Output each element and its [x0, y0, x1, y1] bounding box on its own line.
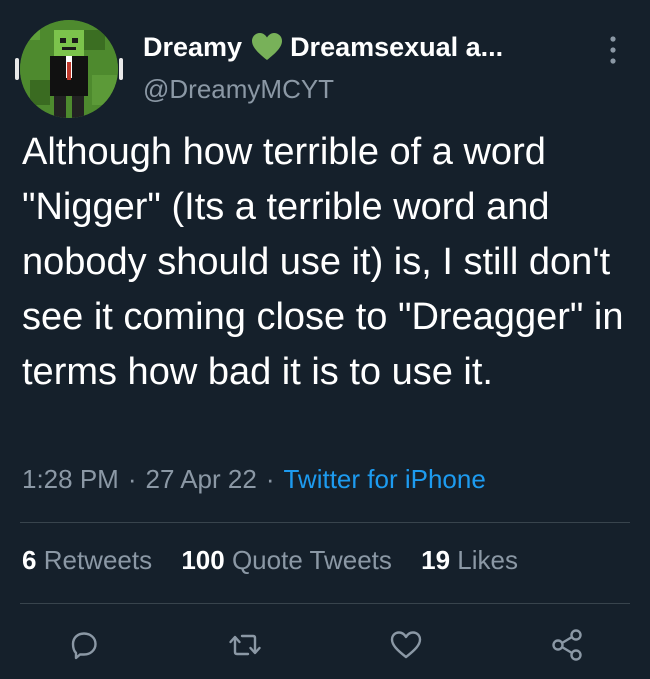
tweet-text: Although how terrible of a word "Nigger"…: [22, 131, 624, 393]
avatar[interactable]: [20, 20, 118, 118]
meta-separator: ·: [127, 464, 137, 494]
tweet-source-link[interactable]: Twitter for iPhone: [283, 464, 485, 494]
tweet-metadata: 1:28 PM · 27 Apr 22 · Twitter for iPhone: [22, 464, 486, 495]
user-handle[interactable]: @DreamyMCYT: [143, 74, 334, 105]
avatar-image: [20, 20, 118, 118]
engagement-stats: 6 Retweets 100 Quote Tweets 19 Likes: [22, 545, 540, 576]
meta-separator: ·: [265, 464, 275, 494]
retweets-label: Retweets: [43, 545, 153, 575]
divider: [20, 603, 630, 604]
tweet-card: Dreamy Dreamsexual a... @DreamyMCYT Alth…: [0, 0, 650, 679]
tweet-date[interactable]: 27 Apr 22: [146, 464, 257, 494]
avatar-ring-right: [119, 58, 123, 80]
tweet-time[interactable]: 1:28 PM: [22, 464, 119, 494]
avatar-ring-left: [15, 58, 19, 80]
more-vertical-icon[interactable]: [598, 32, 628, 68]
share-icon[interactable]: [549, 627, 585, 663]
likes-count: 19: [421, 545, 451, 575]
divider: [20, 522, 630, 523]
display-name-rest: Dreamsexual a...: [290, 31, 504, 62]
like-icon[interactable]: [388, 627, 424, 663]
action-bar: [0, 627, 650, 667]
reply-icon[interactable]: [66, 627, 102, 663]
display-name-first: Dreamy: [143, 31, 243, 62]
green-heart-icon: [252, 33, 283, 61]
retweet-icon[interactable]: [227, 627, 263, 663]
likes-stat[interactable]: 19 Likes: [421, 545, 518, 575]
quote-tweets-count: 100: [181, 545, 225, 575]
quote-tweets-stat[interactable]: 100 Quote Tweets: [181, 545, 392, 575]
likes-label: Likes: [457, 545, 518, 575]
retweets-stat[interactable]: 6 Retweets: [22, 545, 152, 575]
display-name[interactable]: Dreamy Dreamsexual a...: [143, 28, 503, 66]
retweets-count: 6: [22, 545, 37, 575]
quote-tweets-label: Quote Tweets: [231, 545, 392, 575]
